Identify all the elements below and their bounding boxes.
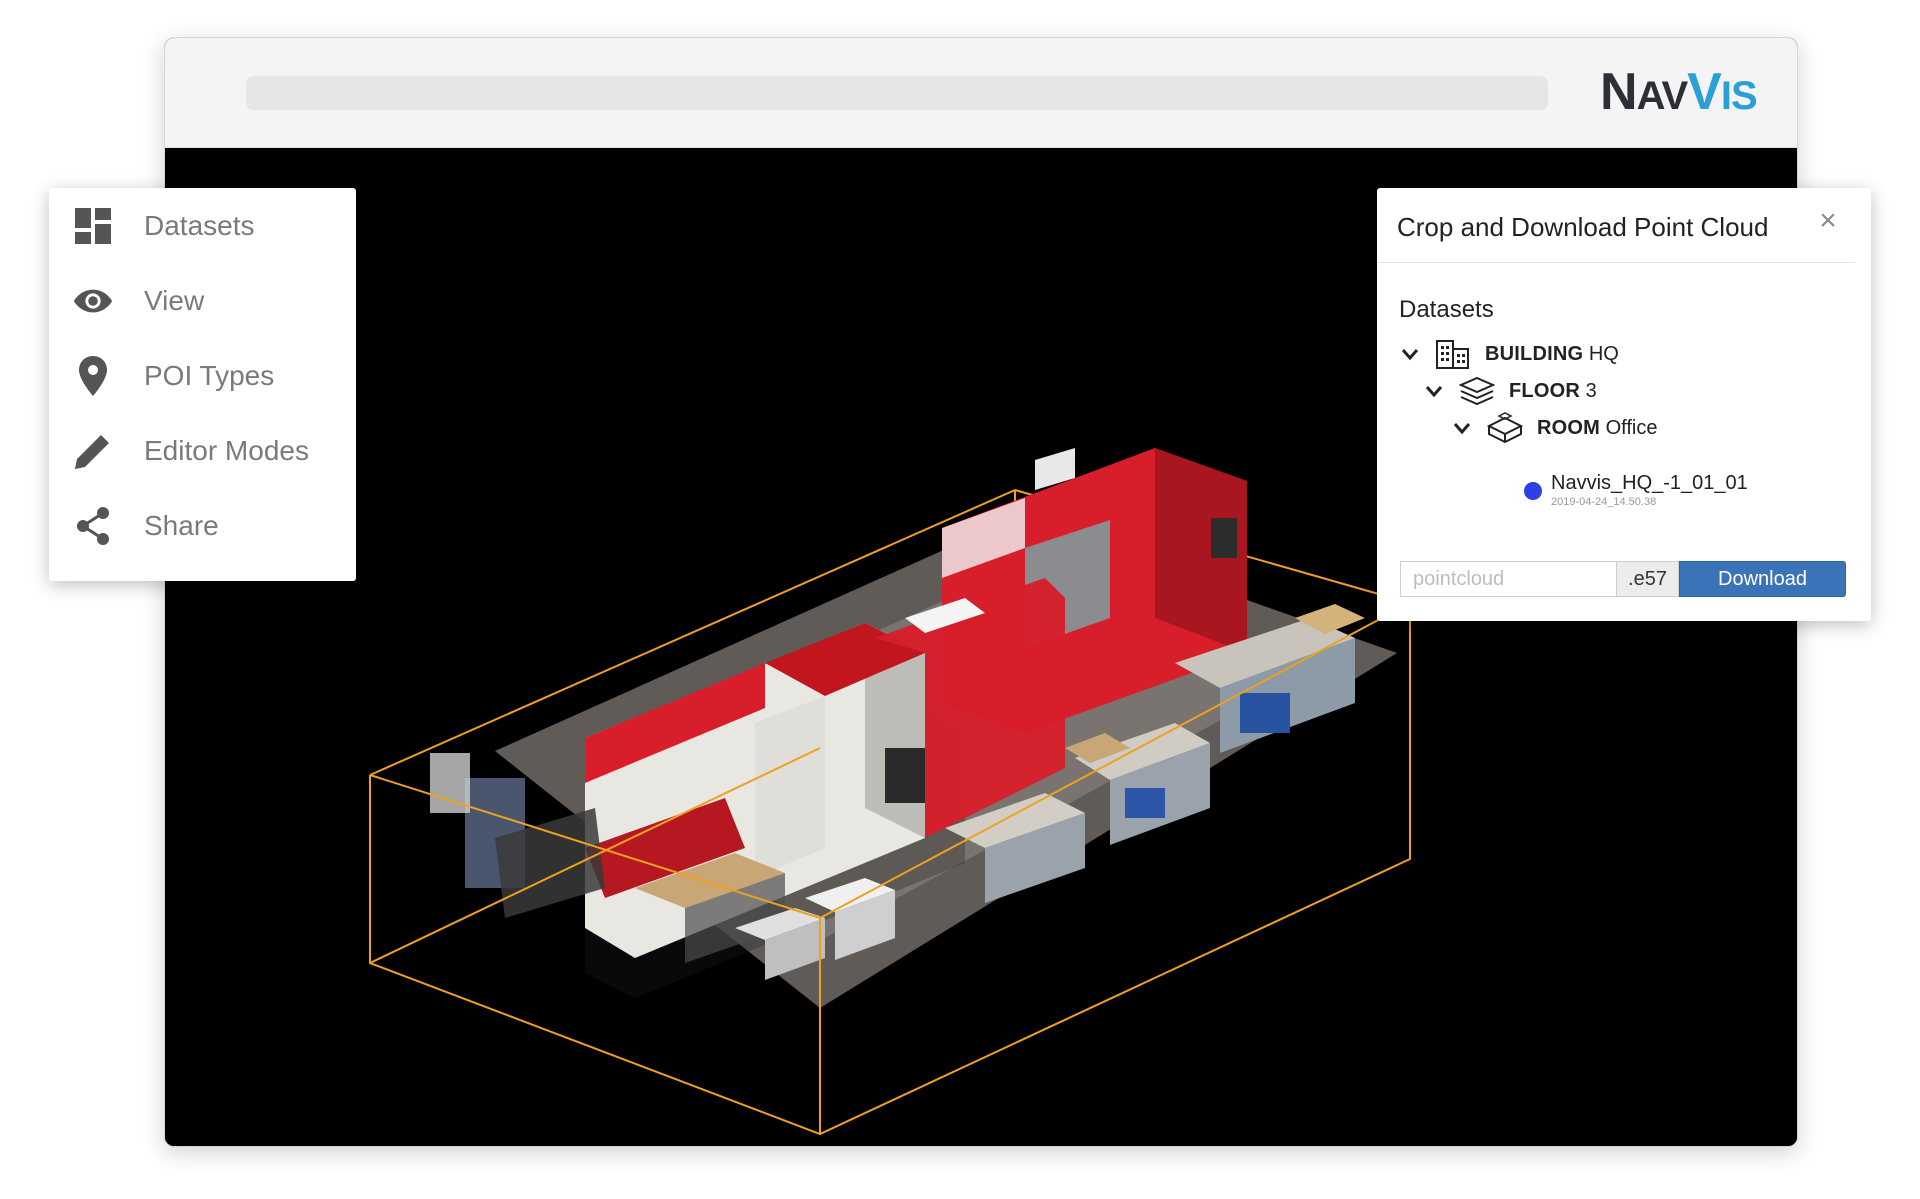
navvis-logo: NAV VIS — [1600, 62, 1758, 122]
download-button[interactable]: Download — [1679, 561, 1846, 597]
logo-part-2: VIS — [1687, 63, 1757, 121]
layers-icon — [1459, 376, 1495, 406]
crop-download-panel: Crop and Download Point Cloud × Datasets… — [1377, 188, 1871, 621]
menu-item-editor-modes[interactable]: Editor Modes — [49, 421, 356, 481]
close-button[interactable]: × — [1813, 206, 1843, 236]
tree-name: 3 — [1585, 379, 1597, 402]
chevron-down-icon[interactable] — [1399, 343, 1421, 365]
browser-toolbar: NAV VIS — [165, 38, 1797, 148]
tree-kind: FLOOR — [1509, 379, 1580, 402]
eye-icon — [73, 281, 113, 321]
chevron-down-icon[interactable] — [1423, 380, 1445, 402]
dataset-name[interactable]: Navvis_HQ_-1_01_01 — [1551, 472, 1748, 495]
share-icon — [73, 506, 113, 546]
menu-label: Share — [144, 510, 219, 541]
tree-label: FLOOR 3 — [1509, 380, 1597, 403]
dashboard-icon — [73, 206, 113, 246]
tree-label: ROOM Office — [1537, 417, 1657, 440]
dataset-date: 2019-04-24_14.50.38 — [1551, 496, 1657, 508]
tree-kind: ROOM — [1537, 416, 1601, 439]
tree-node-building[interactable]: BUILDING HQ — [1399, 336, 1619, 372]
tree-name: HQ — [1588, 342, 1619, 365]
room-icon — [1487, 412, 1523, 444]
pencil-icon — [73, 431, 113, 471]
tree-node-floor[interactable]: FLOOR 3 — [1423, 373, 1597, 409]
menu-label: Editor Modes — [144, 435, 309, 466]
file-extension: .e57 — [1616, 561, 1679, 597]
tree-kind: BUILDING — [1485, 342, 1584, 365]
address-bar[interactable] — [246, 76, 1548, 110]
menu-label: POI Types — [144, 360, 275, 391]
side-menu: Datasets View POI Types Editor Modes Sha… — [49, 188, 356, 581]
map-pin-icon — [73, 356, 113, 396]
tree-label: BUILDING HQ — [1485, 343, 1619, 366]
panel-title: Crop and Download Point Cloud — [1397, 212, 1769, 242]
download-row: .e57 Download — [1400, 561, 1846, 597]
chevron-down-icon[interactable] — [1451, 417, 1473, 439]
dataset-status-dot[interactable] — [1524, 482, 1542, 500]
tree-node-room[interactable]: ROOM Office — [1451, 410, 1657, 446]
filename-input[interactable] — [1400, 561, 1616, 597]
menu-item-datasets[interactable]: Datasets — [49, 196, 356, 256]
datasets-section-label: Datasets — [1399, 296, 1494, 323]
logo-part-1: NAV — [1600, 63, 1688, 121]
menu-item-view[interactable]: View — [49, 271, 356, 331]
close-icon: × — [1819, 204, 1837, 237]
menu-item-share[interactable]: Share — [49, 496, 356, 556]
menu-label: Datasets — [144, 210, 255, 241]
stage: NAV VIS Datasets View POI Types Editor M… — [0, 0, 1920, 1199]
menu-item-poi-types[interactable]: POI Types — [49, 346, 356, 406]
tree-name: Office — [1605, 416, 1658, 439]
menu-label: View — [144, 285, 205, 316]
panel-divider — [1377, 262, 1855, 263]
building-icon — [1436, 340, 1469, 369]
